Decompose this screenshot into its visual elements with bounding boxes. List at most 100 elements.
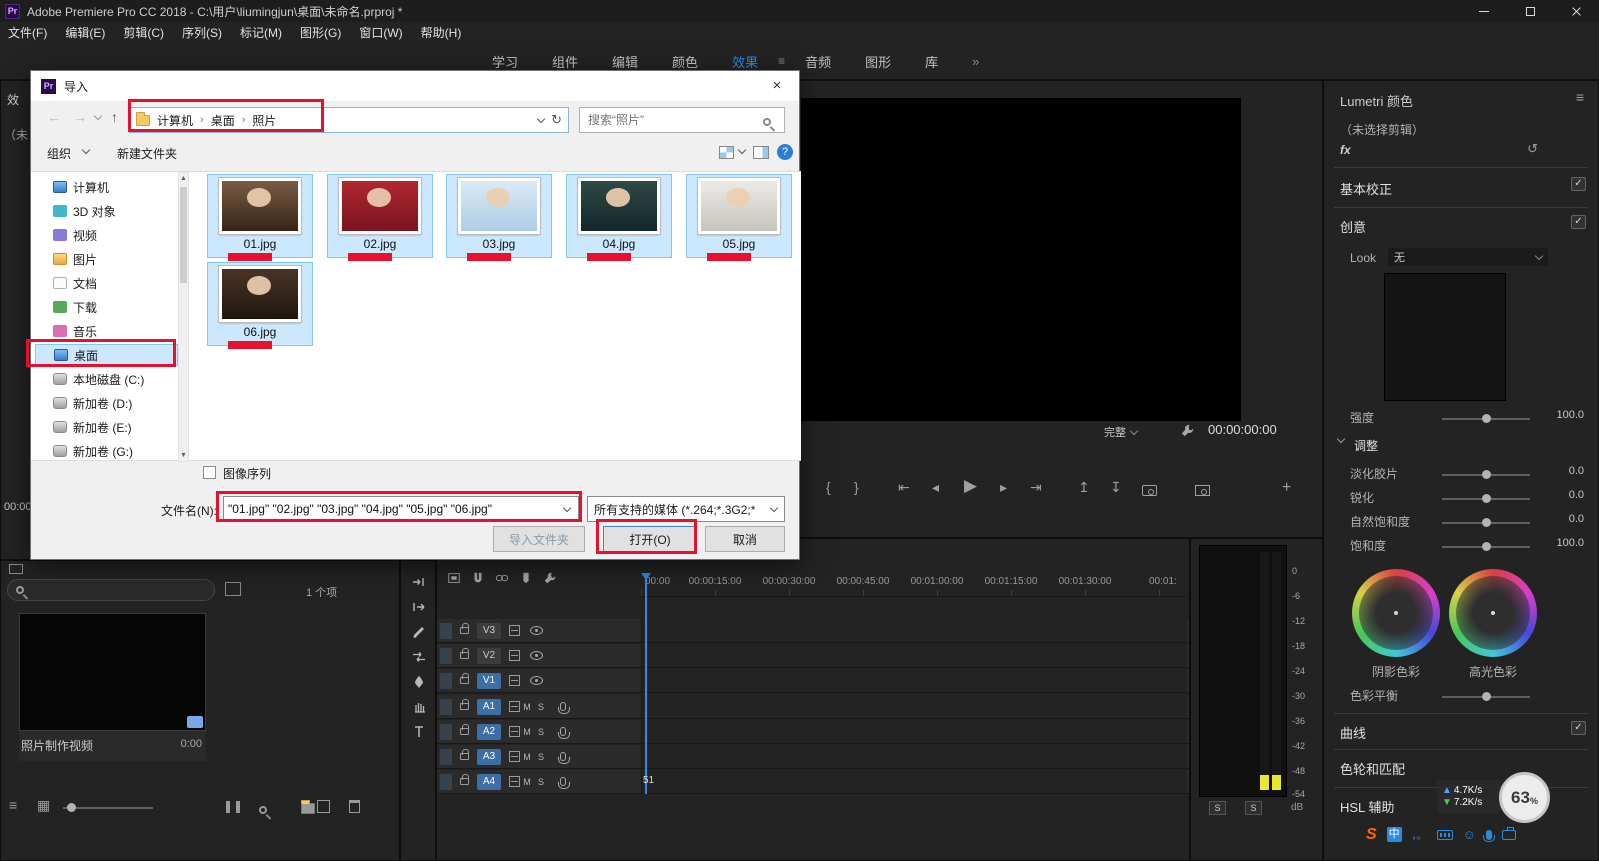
workspace-tab-color[interactable]: 颜色 bbox=[672, 52, 698, 71]
sidebar-item-disk-d[interactable]: 新加卷 (D:) bbox=[35, 392, 178, 414]
workspace-tab-learning[interactable]: 学习 bbox=[492, 52, 518, 71]
track-content-a4[interactable] bbox=[641, 770, 1187, 793]
file-item-01[interactable]: 01.jpg bbox=[207, 174, 313, 258]
track-lock-icon[interactable] bbox=[460, 749, 469, 760]
play-button[interactable]: ▶ bbox=[964, 476, 977, 496]
emoji-icon[interactable]: ☺ bbox=[1463, 827, 1476, 842]
shadow-tint-wheel[interactable] bbox=[1352, 569, 1440, 657]
view-mode-button[interactable] bbox=[719, 146, 734, 159]
preview-pane-button[interactable] bbox=[753, 146, 769, 159]
track-lock-icon[interactable] bbox=[460, 724, 469, 735]
automate-to-sequence-button[interactable] bbox=[226, 801, 240, 813]
track-lock-icon[interactable] bbox=[460, 673, 469, 684]
close-button[interactable] bbox=[1553, 0, 1599, 22]
mic-icon[interactable] bbox=[1482, 829, 1495, 842]
project-search-box[interactable] bbox=[7, 579, 215, 601]
track-lock-icon[interactable] bbox=[460, 774, 469, 785]
button-editor-plus[interactable]: + bbox=[1282, 479, 1291, 497]
sidebar-item-disk-g[interactable]: 新加卷 (G:) bbox=[35, 440, 178, 462]
add-marker-icon[interactable] bbox=[519, 571, 533, 585]
menu-item-edit[interactable]: 编辑(E) bbox=[65, 24, 105, 41]
minimize-button[interactable] bbox=[1461, 0, 1507, 22]
menu-item-window[interactable]: 窗口(W) bbox=[359, 24, 402, 41]
workspace-tab-assembly[interactable]: 组件 bbox=[552, 52, 578, 71]
go-to-out-button[interactable]: ⇥ bbox=[1030, 479, 1042, 496]
sync-lock-icon[interactable] bbox=[509, 650, 520, 661]
timeline-ruler[interactable]: 00:00 00:00:15:00 00:00:30:00 00:00:45:0… bbox=[641, 573, 1187, 597]
step-back-button[interactable]: ◂ bbox=[932, 479, 939, 496]
menu-item-clip[interactable]: 剪辑(C) bbox=[123, 24, 164, 41]
sync-lock-icon[interactable] bbox=[509, 675, 520, 686]
workspace-overflow-icon[interactable]: » bbox=[972, 54, 979, 69]
track-lock-icon[interactable] bbox=[460, 623, 469, 634]
voiceover-mic-icon[interactable] bbox=[558, 777, 570, 789]
adjust-header[interactable]: 调整 bbox=[1354, 437, 1378, 454]
linked-selection-icon[interactable] bbox=[495, 571, 509, 585]
file-item-02[interactable]: 02.jpg bbox=[327, 174, 433, 258]
sidebar-item-downloads[interactable]: 下载 bbox=[35, 296, 178, 318]
creative-checkbox[interactable]: ✓ bbox=[1571, 215, 1586, 229]
project-item-tile[interactable]: 照片制作视频 0:00 bbox=[19, 613, 206, 761]
section-color-wheels-match[interactable]: 色轮和匹配 bbox=[1340, 759, 1405, 778]
solo-button[interactable]: S bbox=[534, 752, 548, 762]
faded-film-slider[interactable] bbox=[1442, 470, 1530, 479]
project-item-name[interactable]: 照片制作视频 bbox=[21, 737, 93, 754]
delete-button[interactable] bbox=[349, 800, 360, 813]
sidebar-item-pictures[interactable]: 图片 bbox=[35, 248, 178, 270]
program-video-area[interactable] bbox=[801, 98, 1241, 421]
slip-tool[interactable] bbox=[411, 649, 427, 665]
back-button[interactable]: ← bbox=[47, 109, 61, 125]
sync-lock-icon[interactable] bbox=[509, 701, 520, 712]
sync-lock-icon[interactable] bbox=[509, 751, 520, 762]
track-badge-a1[interactable]: A1 bbox=[477, 698, 501, 715]
refresh-icon[interactable]: ↻ bbox=[551, 112, 562, 128]
basic-correction-checkbox[interactable]: ✓ bbox=[1571, 177, 1586, 191]
sidebar-item-disk-e[interactable]: 新加卷 (E:) bbox=[35, 416, 178, 438]
comparison-view-button[interactable] bbox=[1195, 485, 1211, 496]
solo-button[interactable]: S bbox=[534, 777, 548, 787]
solo-right-button[interactable]: S bbox=[1245, 801, 1262, 815]
intensity-slider[interactable] bbox=[1442, 414, 1530, 423]
scroll-down-icon[interactable]: ▼ bbox=[179, 452, 188, 459]
forward-button[interactable]: → bbox=[73, 109, 87, 125]
source-patch-a3[interactable] bbox=[440, 748, 452, 765]
lift-button[interactable]: ↥ bbox=[1078, 479, 1090, 496]
curves-checkbox[interactable]: ✓ bbox=[1571, 721, 1586, 735]
recent-locations-icon[interactable] bbox=[93, 111, 103, 121]
track-output-eye-icon[interactable] bbox=[530, 626, 543, 635]
sogou-logo-icon[interactable]: S bbox=[1366, 826, 1377, 844]
track-select-tool[interactable] bbox=[411, 574, 427, 590]
section-hsl-secondary[interactable]: HSL 辅助 bbox=[1340, 797, 1394, 816]
list-view-button[interactable]: ≡ bbox=[9, 797, 17, 813]
go-to-in-button[interactable]: ⇤ bbox=[898, 479, 910, 496]
track-content-a3[interactable] bbox=[641, 745, 1187, 768]
project-panel-tab-icon[interactable] bbox=[9, 564, 23, 574]
tint-balance-slider[interactable] bbox=[1442, 692, 1530, 701]
razor-tool[interactable] bbox=[411, 624, 427, 640]
highlight-tint-wheel[interactable] bbox=[1449, 569, 1537, 657]
section-basic-correction[interactable]: 基本校正 bbox=[1340, 179, 1392, 198]
zoom-slider[interactable] bbox=[63, 803, 153, 812]
menu-item-help[interactable]: 帮助(H) bbox=[421, 24, 462, 41]
file-item-03[interactable]: 03.jpg bbox=[446, 174, 552, 258]
workspace-tab-effects[interactable]: 效果 bbox=[732, 52, 758, 71]
scrollbar-thumb[interactable] bbox=[180, 187, 187, 283]
track-lock-icon[interactable] bbox=[460, 648, 469, 659]
hand-tool[interactable] bbox=[411, 699, 427, 715]
workspace-menu-icon[interactable]: ≡ bbox=[778, 54, 785, 68]
punctuation-icon[interactable]: ，。 bbox=[1412, 827, 1427, 842]
source-patch-v3[interactable] bbox=[440, 622, 452, 639]
input-mode-icon[interactable]: 中 bbox=[1386, 827, 1402, 842]
monitor-settings-wrench-icon[interactable] bbox=[1180, 423, 1195, 438]
export-frame-button[interactable] bbox=[1142, 485, 1157, 496]
project-search-input[interactable] bbox=[30, 584, 180, 596]
image-sequence-checkbox[interactable] bbox=[203, 466, 216, 479]
track-badge-v3[interactable]: V3 bbox=[477, 622, 501, 639]
icon-view-toggle[interactable] bbox=[225, 582, 241, 596]
extract-button[interactable]: ↧ bbox=[1110, 479, 1122, 496]
playhead-caret[interactable] bbox=[641, 573, 651, 585]
organize-menu[interactable]: 组织 bbox=[47, 145, 71, 162]
effects-panel-tab-fragment[interactable]: 效 bbox=[7, 91, 19, 108]
sequence-thumbnail[interactable] bbox=[19, 613, 206, 731]
chevron-down-icon[interactable] bbox=[1336, 434, 1346, 444]
